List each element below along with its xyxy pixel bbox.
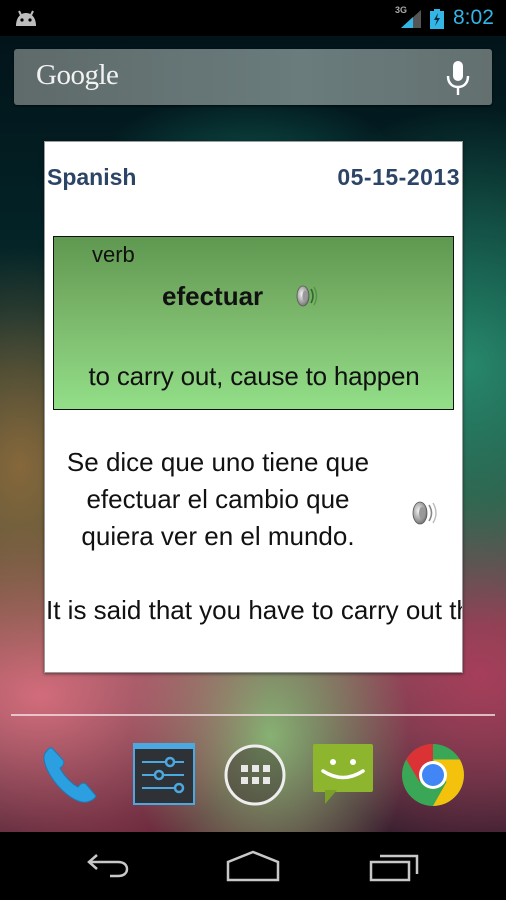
word: efectuar — [162, 281, 264, 311]
messaging-icon[interactable] — [311, 742, 377, 808]
google-search-bar[interactable]: Google — [14, 49, 492, 105]
android-debug-icon — [16, 10, 36, 26]
word-card[interactable]: verb efectuar to carry out, cause to hap… — [53, 236, 454, 410]
clock: 8:02 — [453, 6, 494, 29]
recents-icon[interactable] — [367, 849, 423, 883]
speaker-icon[interactable] — [410, 499, 442, 527]
app-drawer-icon[interactable] — [222, 742, 288, 808]
speaker-icon[interactable] — [294, 284, 322, 308]
settings-icon[interactable] — [132, 742, 198, 808]
mic-icon[interactable] — [444, 61, 472, 95]
back-icon[interactable] — [86, 849, 142, 883]
signal-icon — [401, 10, 421, 28]
status-bar: 3G 8:02 — [0, 0, 506, 36]
part-of-speech: verb — [92, 242, 135, 267]
dock-divider — [11, 714, 495, 716]
example-sentence-english: It is said that you have to carry out th… — [46, 595, 462, 625]
phone-icon[interactable] — [38, 742, 104, 808]
battery-charging-icon — [430, 9, 444, 29]
word-of-the-day-widget[interactable]: Spanish 05-15-2013 verb efectuar to carr… — [44, 141, 463, 673]
language-label: Spanish — [47, 164, 137, 190]
google-logo[interactable]: Google — [36, 59, 119, 92]
date-label: 05-15-2013 — [337, 164, 460, 190]
home-icon[interactable] — [225, 849, 281, 883]
navigation-bar — [0, 832, 506, 900]
definition: to carry out, cause to happen — [88, 361, 420, 391]
chrome-icon[interactable] — [400, 742, 466, 808]
example-sentence-spanish: Se dice que uno tiene que efectuar el ca… — [66, 447, 370, 551]
